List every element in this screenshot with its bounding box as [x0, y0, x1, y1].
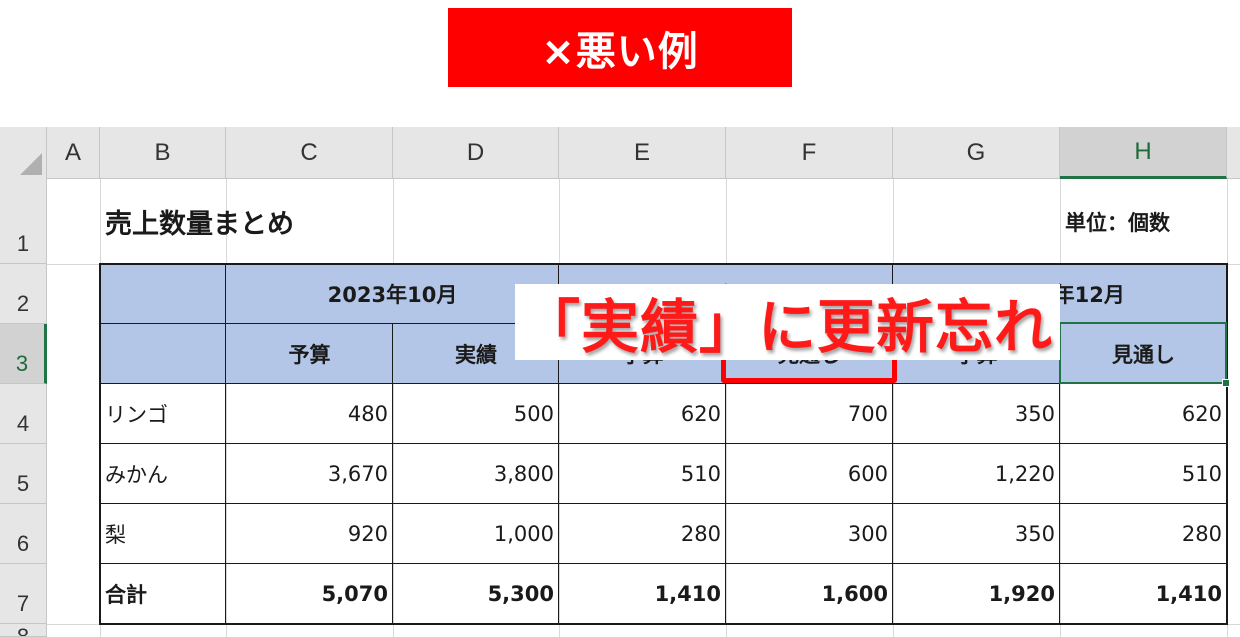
column-header-g[interactable]: G [893, 127, 1060, 179]
value-cell[interactable]: 3,670 [226, 444, 393, 504]
spreadsheet: A B C D E F G H 1 2 3 4 5 6 7 8 売上数量まとめ … [0, 127, 1240, 637]
column-header-h[interactable]: H [1060, 127, 1227, 179]
value-cell[interactable]: 350 [893, 504, 1060, 564]
column-header-e[interactable]: E [559, 127, 726, 179]
total-label[interactable]: 合計 [100, 564, 226, 624]
total-cell[interactable]: 5,070 [226, 564, 393, 624]
value-cell[interactable]: 1,000 [393, 504, 559, 564]
value-cell[interactable]: 510 [559, 444, 726, 504]
row-label[interactable]: 梨 [100, 504, 226, 564]
value-cell[interactable]: 280 [1060, 504, 1227, 564]
value-cell[interactable]: 300 [726, 504, 893, 564]
value-cell[interactable]: 3,800 [393, 444, 559, 504]
table-border [1226, 263, 1228, 625]
row-header-5[interactable]: 5 [0, 444, 47, 504]
row-label[interactable]: リンゴ [100, 384, 226, 444]
total-cell[interactable]: 1,920 [893, 564, 1060, 624]
row-header-6[interactable]: 6 [0, 504, 47, 564]
bad-example-banner: ×悪い例 [448, 8, 792, 87]
row-label[interactable]: みかん [100, 444, 226, 504]
table-border [225, 263, 226, 625]
month-header-oct-2023[interactable]: 2023年10月 [226, 264, 559, 324]
row-header-3[interactable]: 3 [0, 324, 47, 384]
column-header-a[interactable]: A [47, 127, 100, 179]
column-header-b[interactable]: B [100, 127, 226, 179]
value-cell[interactable]: 920 [226, 504, 393, 564]
value-cell[interactable]: 620 [559, 384, 726, 444]
sub-header-cell[interactable]: 予算 [226, 324, 393, 384]
value-cell[interactable]: 600 [726, 444, 893, 504]
value-cell[interactable]: 350 [893, 384, 1060, 444]
select-all-triangle-icon [20, 153, 42, 175]
sheet-title[interactable]: 売上数量まとめ [100, 179, 560, 264]
unit-label[interactable]: 単位：個数 [1060, 179, 1227, 264]
fill-handle[interactable] [1222, 379, 1230, 387]
value-cell[interactable]: 280 [559, 504, 726, 564]
column-header-d[interactable]: D [393, 127, 559, 179]
table-border [392, 323, 393, 625]
annotation-callout: 「実績」に更新忘れ [515, 284, 1060, 361]
column-header-f[interactable]: F [726, 127, 893, 179]
row-header-8[interactable]: 8 [0, 624, 47, 637]
total-cell[interactable]: 1,600 [726, 564, 893, 624]
value-cell[interactable]: 1,220 [893, 444, 1060, 504]
total-cell[interactable]: 5,300 [393, 564, 559, 624]
total-cell[interactable]: 1,410 [559, 564, 726, 624]
total-cell[interactable]: 1,410 [1060, 564, 1227, 624]
active-cell-outline [1059, 322, 1227, 384]
select-all-corner[interactable] [0, 127, 47, 179]
value-cell[interactable]: 700 [726, 384, 893, 444]
row-header-1[interactable]: 1 [0, 179, 47, 264]
value-cell[interactable]: 500 [393, 384, 559, 444]
table-border [99, 263, 101, 625]
row-header-2[interactable]: 2 [0, 264, 47, 324]
table-border [100, 263, 1228, 265]
column-header-c[interactable]: C [226, 127, 393, 179]
value-cell[interactable]: 620 [1060, 384, 1227, 444]
value-cell[interactable]: 480 [226, 384, 393, 444]
row-header-4[interactable]: 4 [0, 384, 47, 444]
value-cell[interactable]: 510 [1060, 444, 1227, 504]
row-header-7[interactable]: 7 [0, 564, 47, 624]
